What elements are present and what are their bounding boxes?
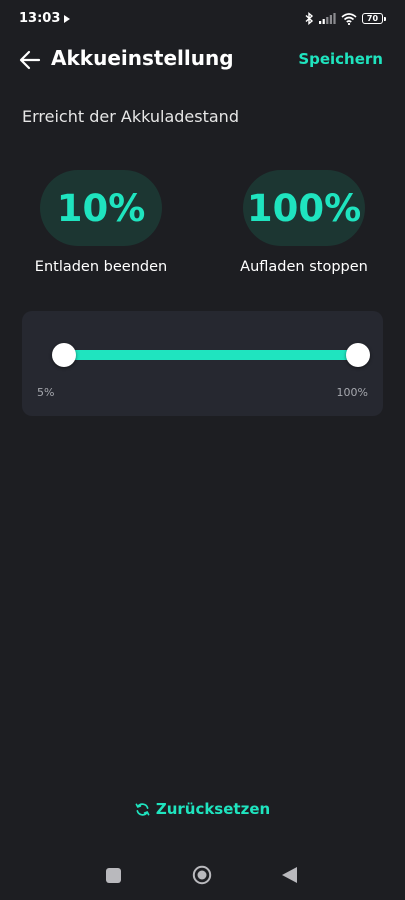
slider-thumb-upper[interactable] (346, 343, 370, 367)
signal-icon (319, 13, 336, 24)
refresh-icon (135, 802, 150, 816)
discharge-caption: Entladen beenden (34, 259, 168, 275)
section-label: Erreicht der Akkuladestand (22, 107, 239, 126)
charge-caption: Aufladen stoppen (240, 259, 368, 275)
battery-icon: 70 (362, 13, 386, 24)
discharge-limit-card: 10% Entladen beenden (26, 170, 176, 275)
charge-value: 100% (243, 170, 365, 246)
save-button[interactable]: Speichern (298, 50, 383, 68)
reset-label: Zurücksetzen (155, 800, 271, 818)
battery-level: 70 (366, 14, 379, 23)
system-back-button[interactable] (282, 867, 297, 883)
play-icon (64, 15, 70, 23)
system-nav-bar (0, 850, 405, 900)
charge-limit-card: 100% Aufladen stoppen (229, 170, 379, 275)
status-time: 13:03 (19, 11, 61, 26)
home-button[interactable] (192, 865, 212, 885)
bluetooth-icon (305, 12, 314, 25)
slider-thumb-lower[interactable] (52, 343, 76, 367)
range-slider-card: 5% 100% (22, 311, 383, 416)
recent-apps-button[interactable] (106, 868, 121, 883)
slider-track[interactable] (64, 350, 358, 360)
page-title: Akkueinstellung (51, 46, 234, 70)
wifi-icon (341, 12, 357, 25)
slider-min-label: 5% (37, 386, 55, 399)
slider-max-label: 100% (336, 386, 368, 399)
back-arrow-icon[interactable] (18, 49, 42, 71)
app-header: Akkueinstellung Speichern (0, 40, 405, 80)
status-icons: 70 (305, 12, 386, 25)
status-bar: 13:03 70 (0, 0, 405, 40)
reset-button[interactable]: Zurücksetzen (0, 800, 405, 818)
discharge-value: 10% (40, 170, 162, 246)
